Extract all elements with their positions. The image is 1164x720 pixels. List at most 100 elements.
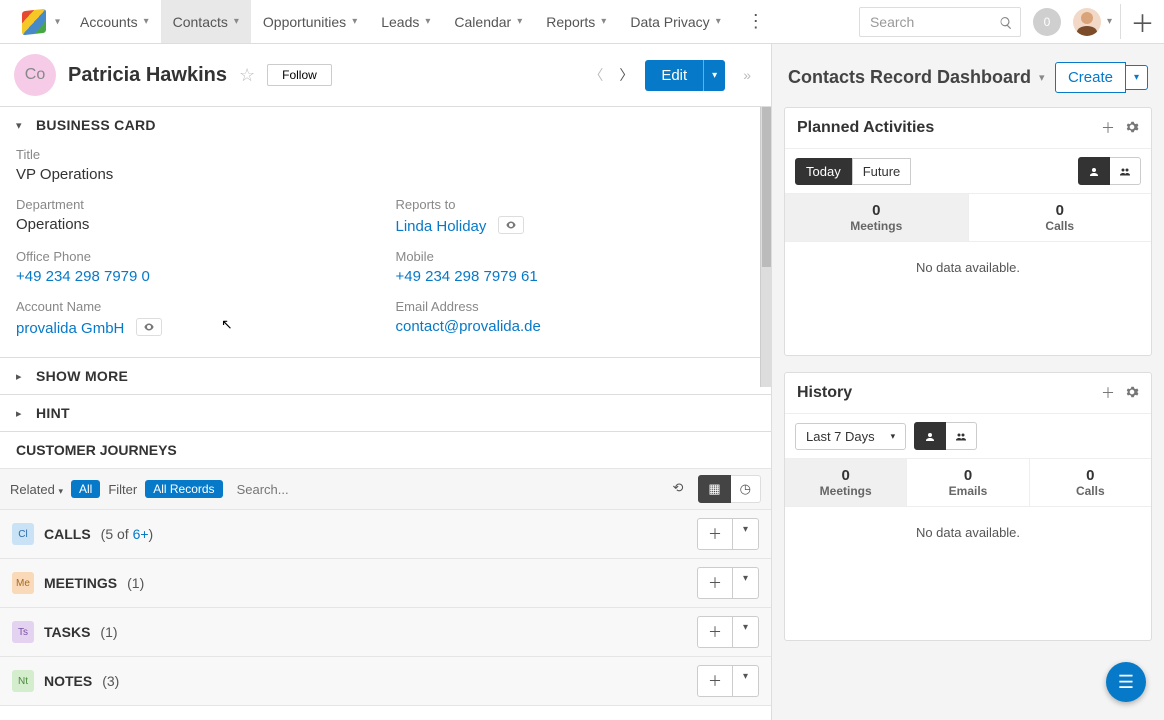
- edit-button[interactable]: Edit: [645, 60, 703, 91]
- clock-view-icon[interactable]: ◷: [731, 475, 761, 503]
- nav-calendar[interactable]: Calendar▾: [442, 0, 534, 43]
- subpanel-row[interactable]: Me MEETINGS (1) ＋ ▾: [0, 559, 771, 608]
- nav-opportunities[interactable]: Opportunities▾: [251, 0, 369, 43]
- business-card-header[interactable]: ▾ BUSINESS CARD: [0, 107, 771, 143]
- add-button[interactable]: ＋: [697, 616, 733, 648]
- business-card-title: BUSINESS CARD: [36, 117, 156, 133]
- history-stats: 0 Meetings 0 Emails 0 Calls: [785, 458, 1151, 507]
- preview-icon[interactable]: [498, 216, 524, 234]
- user-filter-icon[interactable]: [1078, 157, 1110, 185]
- nav-reports[interactable]: Reports▾: [534, 0, 618, 43]
- search-icon[interactable]: [999, 13, 1013, 29]
- today-tab[interactable]: Today: [795, 158, 852, 185]
- favorite-star-icon[interactable]: ☆: [239, 65, 255, 86]
- prev-record-button[interactable]: 〈: [585, 61, 607, 89]
- calls-stat[interactable]: 0 Calls: [1030, 459, 1151, 506]
- add-button[interactable]: ＋: [697, 567, 733, 599]
- add-button[interactable]: ＋: [697, 665, 733, 697]
- email-link[interactable]: contact@provalida.de: [396, 318, 756, 335]
- chevron-down-icon: ▾: [517, 16, 522, 27]
- chevron-down-icon[interactable]: ▾: [1107, 16, 1112, 27]
- nav-data-privacy[interactable]: Data Privacy▾: [618, 0, 732, 43]
- global-search: [859, 7, 1021, 37]
- create-dropdown[interactable]: ▾: [1126, 65, 1148, 90]
- subpanels-list: Cl CALLS (5 of 6+) ＋ ▾ Me MEETINGS (1) ＋…: [0, 510, 771, 706]
- plus-icon[interactable]: ＋: [1101, 118, 1115, 138]
- department-label: Department: [16, 197, 376, 212]
- mobile-link[interactable]: +49 234 298 7979 61: [396, 268, 756, 285]
- follow-button[interactable]: Follow: [267, 64, 332, 86]
- scrollbar[interactable]: [760, 107, 771, 387]
- edit-dropdown[interactable]: ▾: [703, 60, 725, 91]
- emails-stat[interactable]: 0 Emails: [907, 459, 1029, 506]
- reports-to-label: Reports to: [396, 197, 756, 212]
- quick-create-button[interactable]: ＋: [1120, 4, 1164, 39]
- reports-to-link[interactable]: Linda Holiday: [396, 218, 487, 235]
- nav-accounts[interactable]: Accounts▾: [68, 0, 161, 43]
- plus-icon[interactable]: ＋: [1101, 383, 1115, 403]
- dashlet-title: History: [797, 384, 852, 402]
- dashboard-dropdown[interactable]: ▾: [1039, 71, 1045, 84]
- subpanel-title: MEETINGS: [44, 575, 117, 591]
- notification-count[interactable]: 0: [1033, 8, 1061, 36]
- search-input[interactable]: [859, 7, 1021, 37]
- actions-dropdown[interactable]: ▾: [733, 616, 759, 648]
- nav-contacts[interactable]: Contacts▾: [161, 0, 251, 43]
- group-filter-icon[interactable]: [1110, 157, 1141, 185]
- actions-dropdown[interactable]: ▾: [733, 518, 759, 550]
- grid-view-icon[interactable]: ▦: [698, 475, 730, 503]
- add-button[interactable]: ＋: [697, 518, 733, 550]
- future-tab[interactable]: Future: [852, 158, 912, 185]
- title-field: Title VP Operations: [16, 147, 755, 183]
- filter-all-records-pill[interactable]: All Records: [145, 480, 222, 498]
- preview-icon[interactable]: [136, 318, 162, 336]
- subpanel-count: (3): [102, 673, 119, 689]
- module-badge: Cl: [12, 523, 34, 545]
- module-badge: Nt: [12, 670, 34, 692]
- meetings-stat[interactable]: 0 Meetings: [785, 194, 969, 241]
- main-content: Co Patricia Hawkins ☆ Follow 〈 〉 Edit ▾ …: [0, 44, 1164, 720]
- help-fab-button[interactable]: ☰: [1106, 662, 1146, 702]
- related-search-input[interactable]: [231, 478, 419, 501]
- account-link[interactable]: provalida GmbH: [16, 320, 124, 337]
- chevron-down-icon: ▾: [425, 16, 430, 27]
- nav-leads[interactable]: Leads▾: [369, 0, 442, 43]
- next-record-button[interactable]: 〉: [615, 61, 637, 89]
- dashboard-title: Contacts Record Dashboard: [788, 67, 1031, 88]
- side-panel-toggle[interactable]: »: [733, 67, 757, 83]
- hint-panel[interactable]: ▸HINT: [0, 395, 771, 432]
- subpanel-row[interactable]: Nt NOTES (3) ＋ ▾: [0, 657, 771, 706]
- record-scroll[interactable]: ▾ BUSINESS CARD Title VP Operations Depa…: [0, 107, 771, 720]
- stat-number: 0: [969, 202, 1152, 219]
- subpanel-title: TASKS: [44, 624, 90, 640]
- actions-dropdown[interactable]: ▾: [733, 665, 759, 697]
- app-logo-menu[interactable]: ▾: [0, 0, 68, 43]
- user-filter-icon[interactable]: [914, 422, 946, 450]
- subpanel-more-link[interactable]: 6+: [133, 526, 149, 542]
- no-data-message: No data available.: [785, 507, 1151, 640]
- subpanel-row[interactable]: Cl CALLS (5 of 6+) ＋ ▾: [0, 510, 771, 559]
- related-all-pill[interactable]: All: [71, 480, 100, 498]
- group-filter-icon[interactable]: [946, 422, 977, 450]
- related-dropdown[interactable]: Related ▾: [10, 482, 63, 497]
- gear-icon[interactable]: [1125, 118, 1139, 138]
- history-range-dropdown[interactable]: Last 7 Days▾: [795, 423, 906, 450]
- show-more-panel[interactable]: ▸SHOW MORE: [0, 358, 771, 395]
- related-toolbar: Related ▾ All Filter All Records ⟲ ▦ ◷: [0, 468, 771, 510]
- refresh-icon[interactable]: ⟲: [663, 475, 692, 503]
- create-button[interactable]: Create: [1055, 62, 1126, 93]
- office-phone-link[interactable]: +49 234 298 7979 0: [16, 268, 376, 285]
- subpanel-row[interactable]: Ts TASKS (1) ＋ ▾: [0, 608, 771, 657]
- nav-overflow[interactable]: ⋮: [733, 0, 779, 43]
- meetings-stat[interactable]: 0 Meetings: [785, 459, 907, 506]
- app-logo: [22, 10, 46, 34]
- chevron-right-icon: ▸: [16, 407, 28, 420]
- department-field: Department Operations: [16, 197, 376, 235]
- actions-dropdown[interactable]: ▾: [733, 567, 759, 599]
- calls-stat[interactable]: 0 Calls: [969, 194, 1152, 241]
- user-avatar[interactable]: [1073, 8, 1101, 36]
- chevron-down-icon: ▾: [55, 16, 60, 27]
- planned-toolbar: Today Future: [785, 149, 1151, 193]
- stat-number: 0: [1030, 467, 1151, 484]
- gear-icon[interactable]: [1125, 383, 1139, 403]
